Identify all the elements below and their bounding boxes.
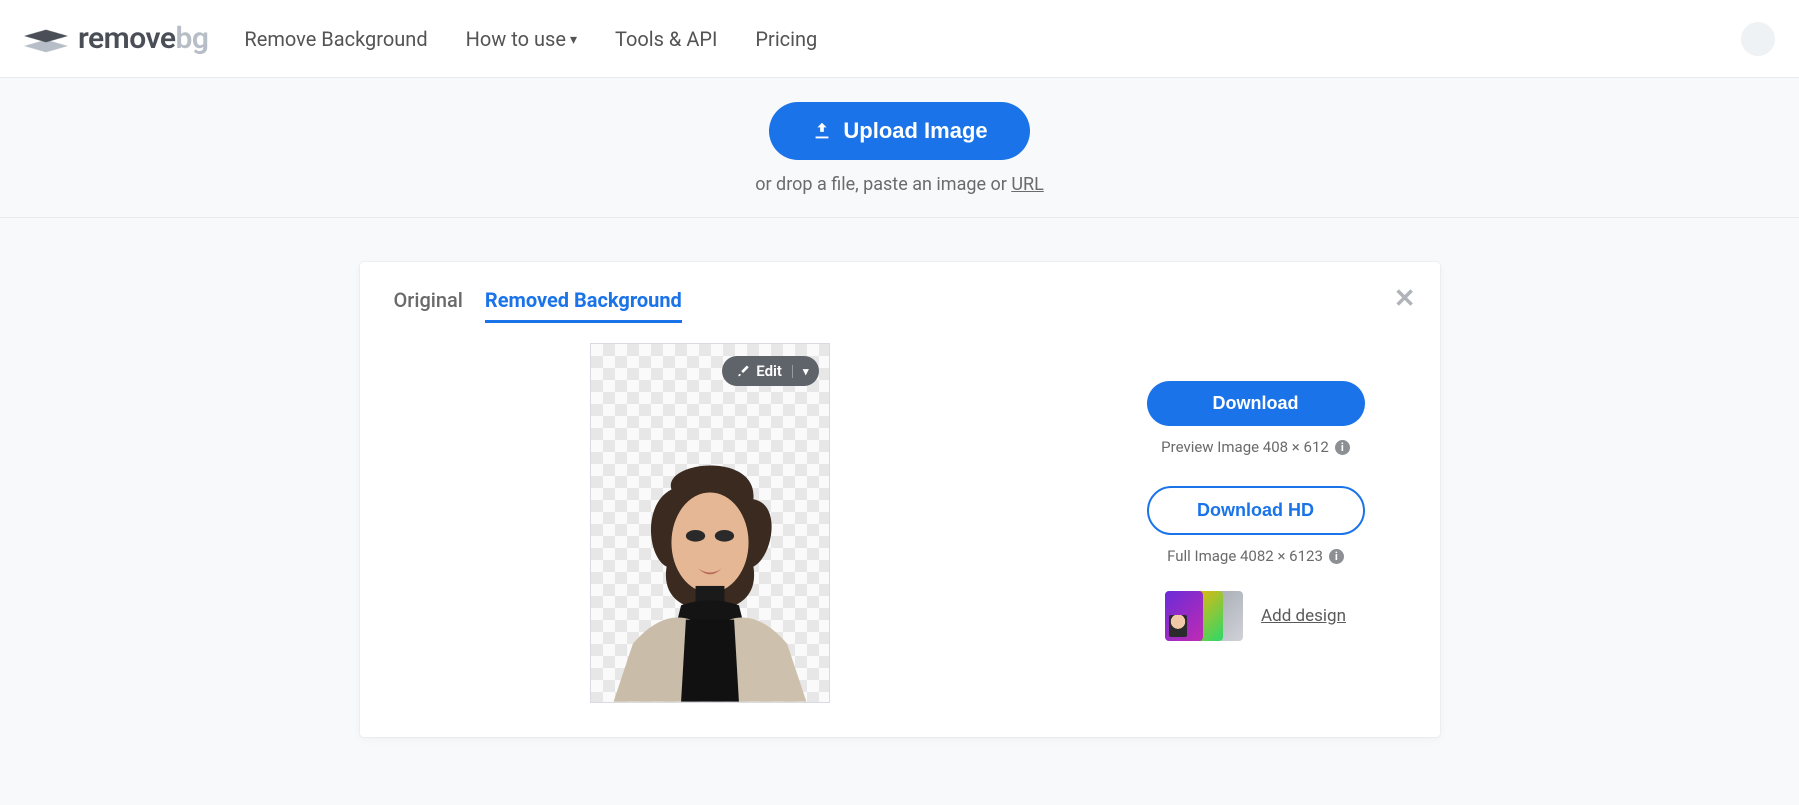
nav-remove-background[interactable]: Remove Background	[244, 27, 427, 51]
upload-hint: or drop a file, paste an image or URL	[0, 174, 1799, 195]
main-nav: Remove Background How to use ▾ Tools & A…	[244, 27, 817, 51]
result-area: ✕ Original Removed Background Edit ▾	[0, 218, 1799, 737]
tab-original[interactable]: Original	[394, 288, 463, 323]
brush-icon	[736, 364, 750, 378]
nav-tools-api[interactable]: Tools & API	[615, 27, 717, 51]
result-tabs: Original Removed Background	[394, 288, 1406, 323]
close-icon[interactable]: ✕	[1394, 284, 1416, 314]
info-icon[interactable]: i	[1335, 440, 1350, 455]
nav-label: Remove Background	[244, 27, 427, 51]
add-design-row: Add design	[1165, 591, 1346, 641]
card-body: Edit ▾	[394, 341, 1406, 703]
nav-label: How to use	[466, 27, 566, 51]
preview-size-text: Preview Image 408 × 612	[1161, 438, 1329, 456]
upload-icon	[811, 120, 833, 142]
design-thumbs-icon	[1165, 591, 1243, 641]
info-icon[interactable]: i	[1329, 549, 1344, 564]
brand-part2: bg	[175, 21, 208, 56]
chevron-down-icon: ▾	[570, 32, 577, 48]
site-header: removebg Remove Background How to use ▾ …	[0, 0, 1799, 78]
add-design-link[interactable]: Add design	[1261, 606, 1346, 626]
logo-mark-icon	[24, 21, 68, 57]
nav-label: Pricing	[755, 27, 817, 51]
preview-column: Edit ▾	[394, 341, 1026, 703]
edit-label: Edit	[756, 362, 782, 380]
upload-button[interactable]: Upload Image	[769, 102, 1029, 160]
brand-part1: remove	[78, 21, 175, 56]
nav-how-to-use[interactable]: How to use ▾	[466, 27, 577, 51]
nav-pricing[interactable]: Pricing	[755, 27, 817, 51]
subject-silhouette	[591, 451, 829, 702]
edit-button[interactable]: Edit ▾	[722, 356, 818, 386]
tab-removed-background[interactable]: Removed Background	[485, 288, 682, 323]
upload-hint-text: or drop a file, paste an image or	[755, 174, 1011, 195]
upload-button-label: Upload Image	[843, 118, 987, 144]
hd-size-hint: Full Image 4082 × 6123 i	[1167, 547, 1344, 565]
logo-text: removebg	[78, 21, 208, 56]
header-right-placeholder	[1741, 22, 1775, 56]
hd-size-text: Full Image 4082 × 6123	[1167, 547, 1323, 565]
upload-section: Upload Image or drop a file, paste an im…	[0, 78, 1799, 218]
logo[interactable]: removebg	[24, 21, 208, 57]
upload-url-link[interactable]: URL	[1011, 174, 1043, 195]
download-hd-button[interactable]: Download HD	[1147, 486, 1365, 535]
preview-image: Edit ▾	[590, 343, 830, 703]
download-button[interactable]: Download	[1147, 381, 1365, 426]
preview-size-hint: Preview Image 408 × 612 i	[1161, 438, 1350, 456]
chevron-down-icon: ▾	[792, 365, 809, 378]
nav-label: Tools & API	[615, 27, 717, 51]
result-card: ✕ Original Removed Background Edit ▾	[360, 262, 1440, 737]
actions-column: Download Preview Image 408 × 612 i Downl…	[1106, 341, 1406, 703]
